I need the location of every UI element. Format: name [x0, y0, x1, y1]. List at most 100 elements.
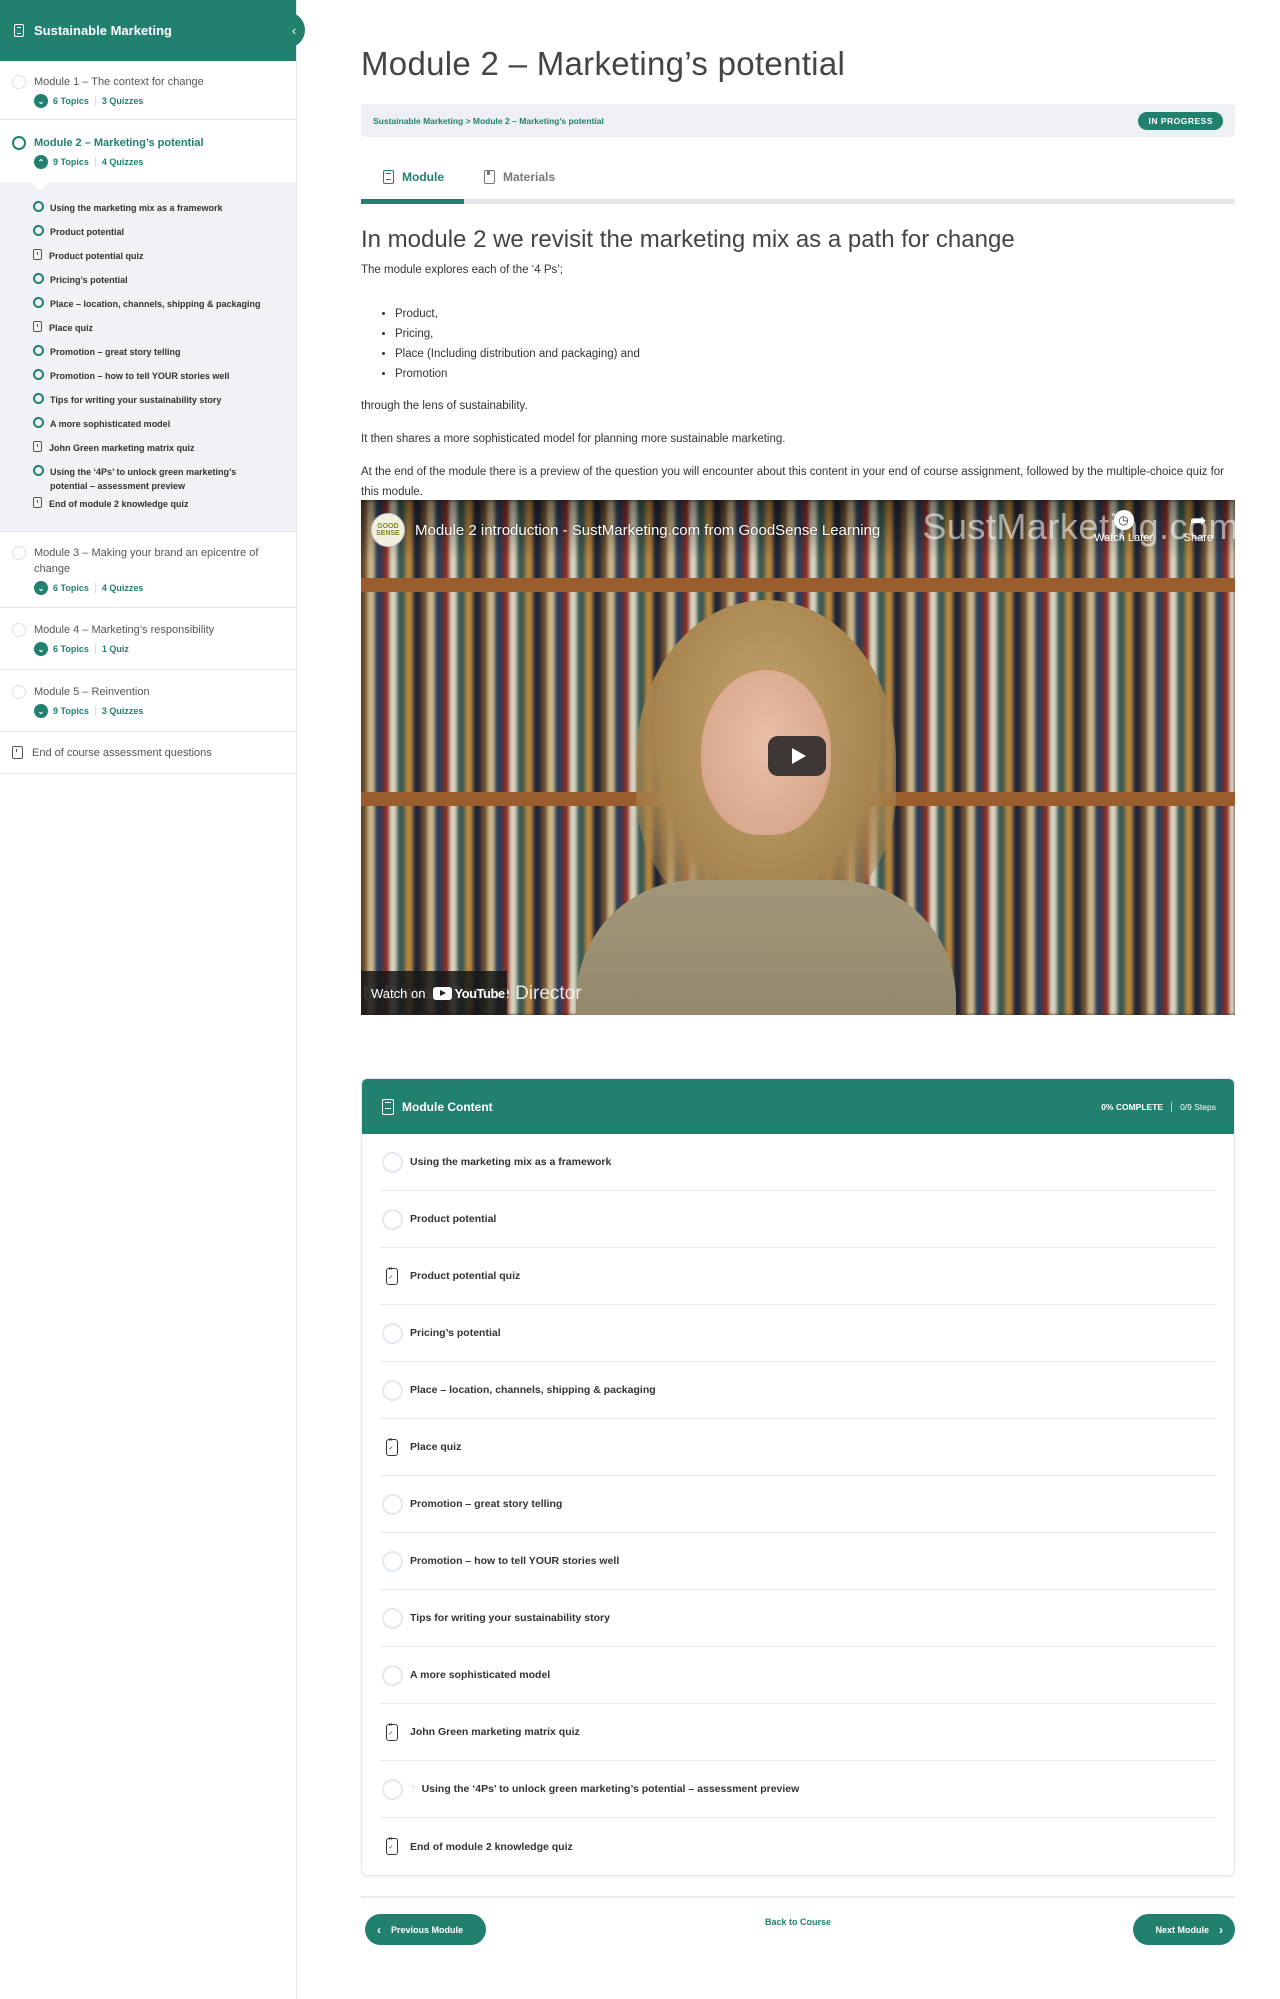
sidebar-quiz-item[interactable]: John Green marketing matrix quiz: [33, 437, 296, 461]
video-presenter: [576, 600, 956, 1015]
topics-count: 6 Topics: [53, 583, 89, 593]
module-title[interactable]: Module 2 – Marketing’s potential: [34, 135, 204, 151]
sidebar-topic-item[interactable]: Using the marketing mix as a framework: [33, 197, 296, 221]
topic-status-circle-icon: [33, 345, 44, 356]
share-button[interactable]: ➦ Share: [1183, 510, 1213, 545]
main-content: Module 2 – Marketing’s potential Sustain…: [361, 0, 1235, 1948]
back-to-course-link[interactable]: Back to Course: [765, 1917, 831, 1927]
sidebar-quiz-item[interactable]: Place quiz: [33, 317, 296, 341]
collapse-sidebar-button[interactable]: ‹: [283, 12, 305, 48]
content-item-label: End of module 2 knowledge quiz: [410, 1840, 573, 1853]
breadcrumb[interactable]: Sustainable Marketing > Module 2 – Marke…: [373, 116, 604, 126]
status-circle-icon: [382, 1208, 403, 1230]
channel-logo[interactable]: GOOD SENSE: [371, 513, 405, 547]
lens-paragraph: through the lens of sustainability.: [361, 400, 528, 412]
tab-bar: Module Materials: [361, 161, 1235, 193]
sidebar-final-assessment[interactable]: End of course assessment questions: [0, 732, 296, 774]
content-topic-row[interactable]: Pricing’s potential: [380, 1305, 1216, 1362]
sidebar-module-4[interactable]: Module 4 – Marketing’s responsibility ⌄ …: [0, 608, 296, 670]
previous-module-button[interactable]: ‹ Previous Module: [365, 1914, 486, 1945]
quiz-icon: [33, 321, 42, 332]
divider: [94, 583, 96, 593]
expand-chevron-icon[interactable]: ⌄: [34, 704, 48, 718]
youtube-play-icon: [433, 986, 453, 1000]
topic-status-circle-icon: [33, 273, 44, 284]
tab-materials[interactable]: Materials: [484, 170, 555, 184]
topic-status-circle-icon: [33, 369, 44, 380]
next-module-button[interactable]: Next Module ›: [1133, 1914, 1235, 1945]
content-item-label: Tips for writing your sustainability sto…: [410, 1612, 610, 1624]
expand-chevron-icon[interactable]: ⌄: [34, 581, 48, 595]
quizzes-count: 1 Quiz: [101, 644, 129, 654]
module-title[interactable]: Module 3 – Making your brand an epicentr…: [34, 545, 284, 577]
step-label: Promotion – how to tell YOUR stories wel…: [50, 371, 230, 381]
content-quiz-row[interactable]: Product potential quiz: [380, 1248, 1216, 1305]
content-topic-row[interactable]: Using the marketing mix as a framework: [380, 1134, 1216, 1191]
play-button[interactable]: [768, 736, 826, 776]
course-title[interactable]: Sustainable Marketing: [34, 23, 172, 38]
sidebar-topic-item[interactable]: Promotion – great story telling: [33, 341, 296, 365]
content-quiz-row[interactable]: End of module 2 knowledge quiz: [380, 1818, 1216, 1875]
sidebar-topic-item[interactable]: Promotion – how to tell YOUR stories wel…: [33, 365, 296, 389]
watch-on-youtube-button[interactable]: Watch on YouTube: [361, 971, 507, 1015]
content-quiz-row[interactable]: Place quiz: [380, 1419, 1216, 1476]
sidebar-topic-item[interactable]: Product potential: [33, 221, 296, 245]
sidebar-module-5[interactable]: Module 5 – Reinvention ⌄ 9 Topics 3 Quiz…: [0, 670, 296, 732]
sidebar-module-2[interactable]: Module 2 – Marketing’s potential ⌃ 9 Top…: [0, 120, 296, 183]
content-item-label: Pricing’s potential: [410, 1327, 501, 1339]
divider: [94, 706, 96, 716]
collapse-chevron-icon[interactable]: ⌃: [34, 155, 48, 169]
tab-label: Materials: [503, 170, 556, 184]
content-quiz-row[interactable]: John Green marketing matrix quiz: [380, 1704, 1216, 1761]
sidebar-topic-item[interactable]: Using the ‘4Ps’ to unlock green marketin…: [33, 461, 296, 493]
chevron-right-icon: ›: [1219, 1922, 1223, 1937]
content-topic-row[interactable]: Promotion – how to tell YOUR stories wel…: [380, 1533, 1216, 1590]
sidebar-module-1[interactable]: Module 1 – The context for change ⌄ 6 To…: [0, 61, 296, 120]
percent-complete: 0% COMPLETE: [1101, 1101, 1164, 1112]
share-label: Share: [1183, 532, 1213, 544]
sidebar-topic-item[interactable]: Tips for writing your sustainability sto…: [33, 389, 296, 413]
content-topic-row[interactable]: Promotion – great story telling: [380, 1476, 1216, 1533]
quizzes-count: 4 Quizzes: [101, 157, 144, 167]
question-mark-icon: ?: [410, 1783, 416, 1795]
sidebar-topic-item[interactable]: Place – location, channels, shipping & p…: [33, 293, 296, 317]
status-circle-icon: [12, 623, 26, 637]
expand-chevron-icon[interactable]: ⌄: [34, 94, 48, 108]
sidebar-topic-item[interactable]: A more sophisticated model: [33, 413, 296, 437]
watch-later-button[interactable]: ◷ Watch Later: [1094, 510, 1153, 544]
content-heading: In module 2 we revisit the marketing mix…: [361, 226, 1015, 253]
sidebar-quiz-item[interactable]: End of module 2 knowledge quiz: [33, 493, 296, 517]
content-topic-row[interactable]: Place – location, channels, shipping & p…: [380, 1362, 1216, 1419]
youtube-logo: YouTube: [433, 986, 505, 1001]
chevron-left-icon: ‹: [291, 22, 297, 38]
content-topic-row[interactable]: Tips for writing your sustainability sto…: [380, 1590, 1216, 1647]
step-label: A more sophisticated model: [50, 419, 171, 429]
content-item-label: Place quiz: [410, 1441, 462, 1453]
video-title[interactable]: Module 2 introduction - SustMarketing.co…: [415, 522, 880, 539]
module-content-header: Module Content 0% COMPLETE 0/9 Steps: [362, 1079, 1234, 1134]
content-topic-row[interactable]: ? Using the ‘4Ps’ to unlock green marketi…: [380, 1761, 1216, 1818]
module-title[interactable]: Module 5 – Reinvention: [34, 684, 150, 700]
step-label: Using the ‘4Ps’ to unlock green marketin…: [50, 467, 237, 491]
sidebar-topic-item[interactable]: Pricing’s potential: [33, 269, 296, 293]
expand-chevron-icon[interactable]: ⌄: [34, 642, 48, 656]
step-label: End of module 2 knowledge quiz: [49, 499, 189, 509]
quiz-icon: [386, 1722, 398, 1741]
content-topic-row[interactable]: Product potential: [380, 1191, 1216, 1248]
sidebar-module-3[interactable]: Module 3 – Making your brand an epicentr…: [0, 531, 296, 608]
status-circle-icon: [382, 1778, 403, 1800]
topic-status-circle-icon: [33, 297, 44, 308]
list-item: Pricing,: [395, 324, 1235, 344]
tab-module[interactable]: Module: [383, 170, 444, 184]
model-paragraph: It then shares a more sophisticated mode…: [361, 433, 786, 445]
module-title[interactable]: Module 1 – The context for change: [34, 74, 204, 90]
divider: [1171, 1101, 1173, 1112]
content-topic-row[interactable]: A more sophisticated model: [380, 1647, 1216, 1704]
watch-on-label: Watch on: [371, 985, 426, 1001]
video-player[interactable]: GOOD SENSE Module 2 introduction - SustM…: [361, 500, 1235, 1015]
sidebar-header: Sustainable Marketing ‹: [0, 0, 305, 61]
sidebar-quiz-item[interactable]: Product potential quiz: [33, 245, 296, 269]
step-label: Tips for writing your sustainability sto…: [50, 395, 222, 405]
tab-label: Module: [402, 170, 444, 184]
module-title[interactable]: Module 4 – Marketing’s responsibility: [34, 622, 214, 638]
